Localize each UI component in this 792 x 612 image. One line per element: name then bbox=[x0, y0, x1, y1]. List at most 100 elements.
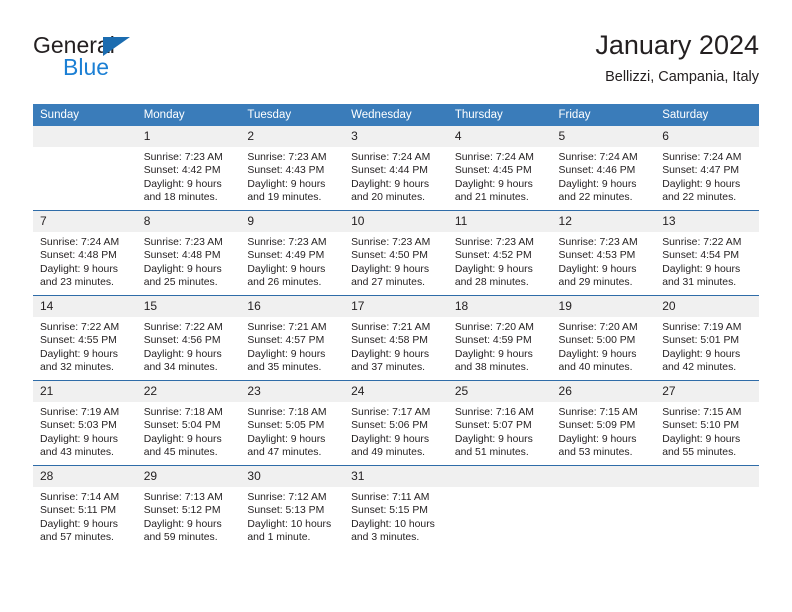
calendar-day-cell[interactable]: 16 Sunrise: 7:21 AM Sunset: 4:57 PM Dayligh… bbox=[240, 295, 345, 381]
calendar-day-cell[interactable]: 13 Sunrise: 7:22 AM Sunset: 4:54 PM Dayligh… bbox=[655, 210, 759, 296]
general-blue-logo[interactable]: General Blue bbox=[33, 32, 243, 90]
calendar-day-cell[interactable]: 30 Sunrise: 7:12 AM Sunset: 5:13 PM Dayligh… bbox=[240, 465, 345, 550]
calendar-day-cell[interactable]: 5 Sunrise: 7:24 AM Sunset: 4:46 PM Daylight… bbox=[551, 126, 656, 211]
day-detail-line: and 57 minutes. bbox=[40, 532, 114, 544]
day-detail-line: and 49 minutes. bbox=[351, 447, 426, 459]
day-number: 1 bbox=[136, 126, 241, 147]
calendar-body: 1 Sunrise: 7:23 AM Sunset: 4:42 PM Daylight… bbox=[33, 126, 759, 550]
calendar-day-cell[interactable]: 22 Sunrise: 7:18 AM Sunset: 5:04 PM Dayligh… bbox=[136, 380, 241, 466]
calendar-day-cell[interactable]: 17 Sunrise: 7:21 AM Sunset: 4:58 PM Dayligh… bbox=[344, 295, 448, 381]
calendar-day-cell[interactable]: 12 Sunrise: 7:23 AM Sunset: 4:53 PM Dayligh… bbox=[551, 210, 656, 296]
calendar-day-cell[interactable]: 14 Sunrise: 7:22 AM Sunset: 4:55 PM Dayligh… bbox=[33, 295, 137, 381]
day-detail-line: Daylight: 9 hours bbox=[558, 178, 637, 190]
day-details bbox=[655, 487, 759, 491]
calendar-day-cell[interactable]: 24 Sunrise: 7:17 AM Sunset: 5:06 PM Dayligh… bbox=[344, 380, 448, 466]
logo-text-blue: Blue bbox=[63, 54, 110, 80]
calendar-day-cell[interactable]: 19 Sunrise: 7:20 AM Sunset: 5:00 PM Dayligh… bbox=[551, 295, 656, 381]
calendar-day-cell[interactable]: 28 Sunrise: 7:14 AM Sunset: 5:11 PM Dayligh… bbox=[33, 465, 137, 550]
day-detail-line: Sunrise: 7:11 AM bbox=[351, 492, 430, 503]
calendar-day-cell[interactable]: 27 Sunrise: 7:15 AM Sunset: 5:10 PM Dayligh… bbox=[655, 380, 759, 466]
day-detail-line: Sunset: 5:00 PM bbox=[558, 335, 636, 347]
day-detail-line: Sunrise: 7:22 AM bbox=[143, 322, 223, 333]
calendar-day-cell[interactable]: 8 Sunrise: 7:23 AM Sunset: 4:48 PM Daylight… bbox=[136, 210, 241, 296]
day-cell-inner: 12 Sunrise: 7:23 AM Sunset: 4:53 PM Dayligh… bbox=[551, 211, 656, 295]
day-details: Sunrise: 7:24 AM Sunset: 4:48 PM Daylight:… bbox=[33, 232, 137, 290]
day-number: 20 bbox=[655, 296, 759, 317]
calendar-day-cell[interactable]: 25 Sunrise: 7:16 AM Sunset: 5:07 PM Dayligh… bbox=[447, 380, 552, 466]
calendar-day-cell[interactable]: 1 Sunrise: 7:23 AM Sunset: 4:42 PM Daylight… bbox=[136, 126, 241, 211]
day-number: 22 bbox=[136, 381, 241, 402]
day-detail-line: and 31 minutes. bbox=[662, 277, 737, 289]
day-detail-line: Sunrise: 7:24 AM bbox=[351, 152, 431, 163]
day-detail-line: and 19 minutes. bbox=[247, 192, 322, 204]
day-number bbox=[447, 466, 552, 487]
calendar-day-cell[interactable]: 7 Sunrise: 7:24 AM Sunset: 4:48 PM Daylight… bbox=[33, 210, 137, 296]
day-cell-inner: 16 Sunrise: 7:21 AM Sunset: 4:57 PM Dayligh… bbox=[240, 296, 345, 380]
day-detail-line: and 25 minutes. bbox=[143, 277, 218, 289]
calendar-week-row: 21 Sunrise: 7:19 AM Sunset: 5:03 PM Dayligh… bbox=[33, 380, 759, 466]
day-details: Sunrise: 7:23 AM Sunset: 4:43 PM Daylight:… bbox=[240, 147, 344, 205]
day-detail-line: Daylight: 9 hours bbox=[40, 348, 118, 360]
day-detail-line: Sunset: 5:15 PM bbox=[351, 505, 428, 517]
calendar-day-cell[interactable]: 18 Sunrise: 7:20 AM Sunset: 4:59 PM Dayligh… bbox=[447, 295, 552, 381]
day-detail-line: Daylight: 9 hours bbox=[662, 433, 741, 445]
day-detail-line: and 42 minutes. bbox=[662, 362, 737, 374]
day-cell-inner: 7 Sunrise: 7:24 AM Sunset: 4:48 PM Daylight… bbox=[33, 211, 137, 295]
day-number: 15 bbox=[136, 296, 241, 317]
day-detail-line: Sunset: 4:56 PM bbox=[143, 335, 221, 347]
calendar-day-cell[interactable]: 23 Sunrise: 7:18 AM Sunset: 5:05 PM Dayligh… bbox=[240, 380, 345, 466]
day-details: Sunrise: 7:23 AM Sunset: 4:49 PM Daylight:… bbox=[240, 232, 344, 290]
day-detail-line: Daylight: 9 hours bbox=[351, 263, 430, 275]
day-detail-line: Daylight: 9 hours bbox=[40, 263, 118, 275]
day-number: 27 bbox=[655, 381, 759, 402]
calendar-day-cell[interactable]: 31 Sunrise: 7:11 AM Sunset: 5:15 PM Dayligh… bbox=[344, 465, 448, 550]
day-details bbox=[552, 487, 656, 491]
calendar-day-cell[interactable]: 9 Sunrise: 7:23 AM Sunset: 4:49 PM Daylight… bbox=[240, 210, 345, 296]
day-number: 23 bbox=[240, 381, 345, 402]
weekday-header-wednesday: Wednesday bbox=[344, 104, 448, 126]
day-details: Sunrise: 7:24 AM Sunset: 4:47 PM Daylight:… bbox=[655, 147, 759, 205]
day-cell-inner: 11 Sunrise: 7:23 AM Sunset: 4:52 PM Dayligh… bbox=[447, 211, 552, 295]
calendar-week-row: 7 Sunrise: 7:24 AM Sunset: 4:48 PM Daylight… bbox=[33, 210, 759, 296]
day-details: Sunrise: 7:23 AM Sunset: 4:52 PM Daylight:… bbox=[448, 232, 552, 290]
calendar-day-cell[interactable]: 2 Sunrise: 7:23 AM Sunset: 4:43 PM Daylight… bbox=[240, 126, 345, 211]
day-detail-line: Sunrise: 7:23 AM bbox=[454, 237, 534, 248]
day-cell-inner: 21 Sunrise: 7:19 AM Sunset: 5:03 PM Dayligh… bbox=[33, 381, 137, 465]
day-number bbox=[551, 466, 656, 487]
day-number: 2 bbox=[240, 126, 345, 147]
calendar-day-cell[interactable]: 3 Sunrise: 7:24 AM Sunset: 4:44 PM Daylight… bbox=[344, 126, 448, 211]
day-detail-line: Sunset: 4:45 PM bbox=[454, 165, 532, 177]
calendar-day-cell[interactable]: 29 Sunrise: 7:13 AM Sunset: 5:12 PM Dayligh… bbox=[136, 465, 241, 550]
day-detail-line: Sunrise: 7:22 AM bbox=[40, 322, 120, 333]
calendar-day-cell[interactable]: 26 Sunrise: 7:15 AM Sunset: 5:09 PM Dayligh… bbox=[551, 380, 656, 466]
day-number: 25 bbox=[447, 381, 552, 402]
page-header: General Blue January 2024 Bellizzi, Camp… bbox=[33, 28, 759, 96]
day-number: 4 bbox=[447, 126, 552, 147]
calendar-day-cell[interactable]: 15 Sunrise: 7:22 AM Sunset: 4:56 PM Dayligh… bbox=[136, 295, 241, 381]
calendar-day-cell[interactable]: 6 Sunrise: 7:24 AM Sunset: 4:47 PM Daylight… bbox=[655, 126, 759, 211]
day-detail-line: Sunrise: 7:23 AM bbox=[247, 152, 327, 163]
day-details: Sunrise: 7:13 AM Sunset: 5:12 PM Daylight:… bbox=[137, 487, 241, 545]
weekday-header-thursday: Thursday bbox=[447, 104, 552, 126]
day-detail-line: Daylight: 9 hours bbox=[247, 178, 326, 190]
day-detail-line: Sunrise: 7:24 AM bbox=[40, 237, 120, 248]
day-detail-line: and 3 minutes. bbox=[351, 532, 420, 544]
day-detail-line: Sunset: 4:43 PM bbox=[247, 165, 325, 177]
day-detail-line: Daylight: 9 hours bbox=[558, 433, 637, 445]
day-detail-line: Sunrise: 7:16 AM bbox=[454, 407, 534, 418]
day-details bbox=[448, 487, 552, 491]
calendar-day-cell[interactable]: 11 Sunrise: 7:23 AM Sunset: 4:52 PM Dayligh… bbox=[447, 210, 552, 296]
calendar-day-cell[interactable]: 20 Sunrise: 7:19 AM Sunset: 5:01 PM Dayligh… bbox=[655, 295, 759, 381]
day-cell-inner: 19 Sunrise: 7:20 AM Sunset: 5:00 PM Dayligh… bbox=[551, 296, 656, 380]
day-number: 12 bbox=[551, 211, 656, 232]
day-detail-line: Sunrise: 7:15 AM bbox=[558, 407, 638, 418]
day-detail-line: Daylight: 9 hours bbox=[143, 433, 222, 445]
day-detail-line: and 27 minutes. bbox=[351, 277, 426, 289]
day-detail-line: Sunset: 5:01 PM bbox=[662, 335, 740, 347]
day-detail-line: Sunset: 5:10 PM bbox=[662, 420, 740, 432]
calendar-day-cell[interactable]: 21 Sunrise: 7:19 AM Sunset: 5:03 PM Dayligh… bbox=[33, 380, 137, 466]
weekday-header-tuesday: Tuesday bbox=[240, 104, 345, 126]
day-detail-line: Sunset: 5:05 PM bbox=[247, 420, 325, 432]
calendar-day-cell[interactable]: 4 Sunrise: 7:24 AM Sunset: 4:45 PM Daylight… bbox=[447, 126, 552, 211]
calendar-day-cell[interactable]: 10 Sunrise: 7:23 AM Sunset: 4:50 PM Dayligh… bbox=[344, 210, 448, 296]
